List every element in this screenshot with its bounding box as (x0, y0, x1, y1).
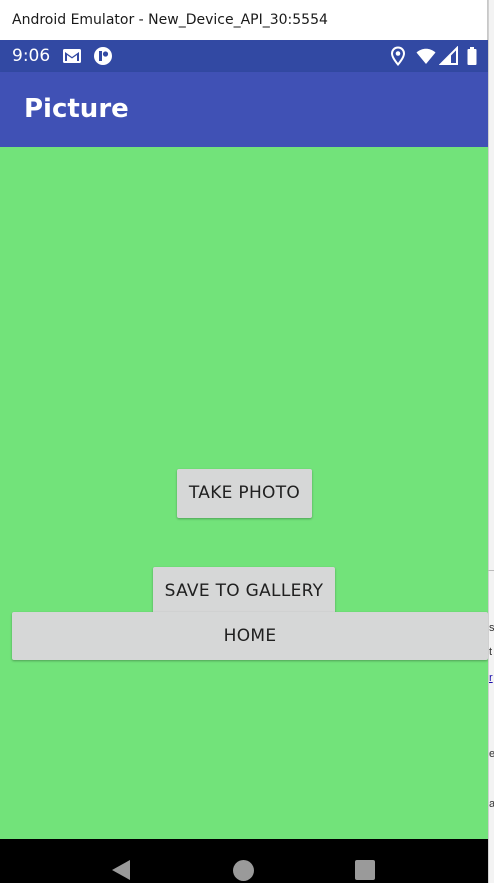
recents-icon[interactable] (355, 860, 375, 880)
app-bar: Picture (0, 72, 488, 147)
back-icon[interactable] (112, 860, 130, 880)
background-link-fragment[interactable]: r (489, 672, 493, 684)
emulator-title-bar[interactable]: Android Emulator - New_Device_API_30:555… (0, 0, 488, 40)
background-text-fragment: e (489, 748, 494, 760)
background-text-fragment: t (489, 646, 493, 658)
emulator-screen: Android Emulator - New_Device_API_30:555… (0, 0, 494, 883)
signal-icon (439, 46, 458, 65)
save-to-gallery-button[interactable]: SAVE TO GALLERY (153, 567, 335, 616)
home-button[interactable]: HOME (12, 612, 488, 660)
navigation-bar (0, 839, 488, 883)
background-text-fragment: a (489, 798, 494, 810)
location-icon (390, 46, 406, 66)
wifi-icon (416, 48, 436, 64)
take-photo-button[interactable]: TAKE PHOTO (177, 469, 312, 518)
gmail-icon (63, 49, 81, 63)
battery-icon (467, 47, 477, 65)
background-divider (488, 570, 494, 571)
status-bar: 9:06 (0, 40, 488, 72)
app-notification-icon (94, 47, 112, 65)
emulator-title: Android Emulator - New_Device_API_30:555… (12, 12, 328, 28)
background-text-fragment: s (489, 622, 494, 634)
status-time: 9:06 (12, 46, 51, 66)
home-icon[interactable] (233, 860, 254, 881)
page-title: Picture (24, 94, 129, 124)
